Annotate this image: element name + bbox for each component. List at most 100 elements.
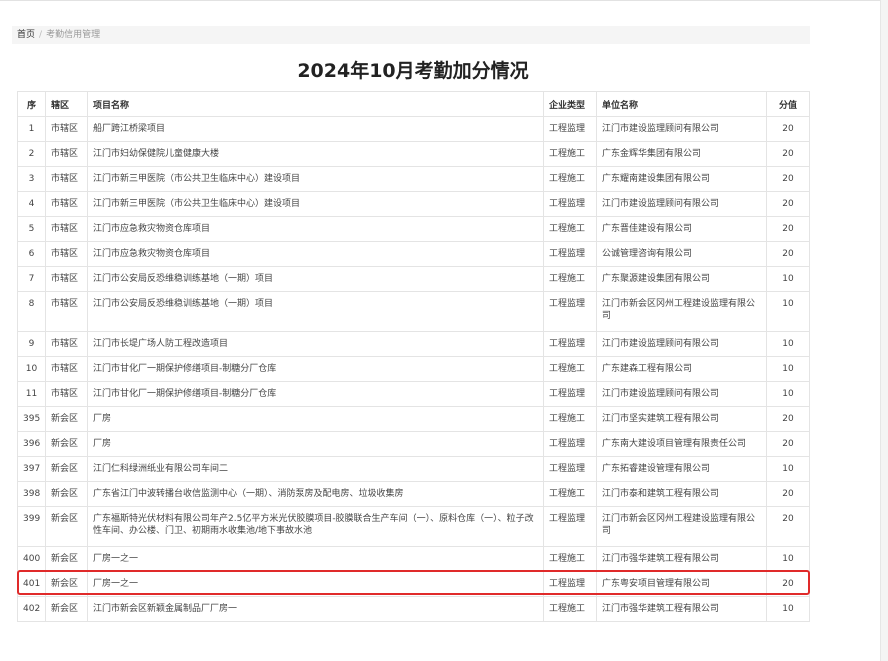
cell-score: 20 bbox=[766, 571, 810, 597]
cell-type: 工程监理 bbox=[543, 431, 597, 457]
cell-score: 20 bbox=[766, 241, 810, 267]
cell-project: 江门仁科绿洲纸业有限公司车间二 bbox=[87, 456, 544, 482]
cell-score: 20 bbox=[766, 141, 810, 167]
table-row: 8 市辖区 江门市公安局反恐维稳训练基地（一期）项目 工程监理 江门市新会区冈州工程建设… bbox=[17, 291, 810, 332]
cell-seq: 395 bbox=[17, 406, 46, 432]
cell-seq: 9 bbox=[17, 331, 46, 357]
cell-project: 江门市公安局反恐维稳训练基地（一期）项目 bbox=[87, 266, 544, 292]
table-row: 11 市辖区 江门市甘化厂一期保护修缮项目-制糖分厂仓库 工程监理 江门市建设监理顾问有… bbox=[17, 381, 810, 407]
table-row: 400 新会区 厂房一之一 工程施工 江门市强华建筑工程有限公司 10 bbox=[17, 546, 810, 572]
cell-type: 工程施工 bbox=[543, 546, 597, 572]
cell-score: 10 bbox=[766, 456, 810, 482]
page-scrollbar[interactable] bbox=[880, 0, 888, 661]
cell-seq: 396 bbox=[17, 431, 46, 457]
cell-project: 江门市长堤广场人防工程改造项目 bbox=[87, 331, 544, 357]
cell-seq: 3 bbox=[17, 166, 46, 192]
cell-project: 厂房一之一 bbox=[87, 571, 544, 597]
cell-company: 广东粤安项目管理有限公司 bbox=[596, 571, 767, 597]
breadcrumb-home-link[interactable]: 首页 bbox=[17, 30, 35, 40]
cell-type: 工程施工 bbox=[543, 481, 597, 507]
cell-type: 工程监理 bbox=[543, 331, 597, 357]
cell-district: 市辖区 bbox=[45, 381, 88, 407]
breadcrumb: 首页 / 考勤信用管理 bbox=[12, 26, 810, 44]
cell-score: 10 bbox=[766, 596, 810, 622]
cell-district: 新会区 bbox=[45, 456, 88, 482]
header-company: 单位名称 bbox=[596, 91, 767, 117]
cell-type: 工程监理 bbox=[543, 191, 597, 217]
cell-district: 市辖区 bbox=[45, 216, 88, 242]
cell-seq: 8 bbox=[17, 291, 46, 332]
cell-type: 工程施工 bbox=[543, 166, 597, 192]
cell-type: 工程施工 bbox=[543, 266, 597, 292]
header-seq: 序 bbox=[17, 91, 46, 117]
table-row: 402 新会区 江门市新会区新颖金属制品厂厂房一 工程施工 江门市强华建筑工程有限公司 1… bbox=[17, 596, 810, 622]
cell-company: 广东聚源建设集团有限公司 bbox=[596, 266, 767, 292]
cell-company: 江门市建设监理顾问有限公司 bbox=[596, 191, 767, 217]
cell-seq: 398 bbox=[17, 481, 46, 507]
top-border bbox=[0, 0, 888, 1]
header-project: 项目名称 bbox=[87, 91, 544, 117]
cell-score: 10 bbox=[766, 356, 810, 382]
table-row: 397 新会区 江门仁科绿洲纸业有限公司车间二 工程监理 广东拓睿建设管理有限公司 10 bbox=[17, 456, 810, 482]
cell-score: 10 bbox=[766, 266, 810, 292]
cell-district: 新会区 bbox=[45, 431, 88, 457]
cell-company: 江门市建设监理顾问有限公司 bbox=[596, 381, 767, 407]
cell-seq: 399 bbox=[17, 506, 46, 547]
cell-project: 广东福斯特光伏材料有限公司年产2.5亿平方米光伏胶膜项目-胶膜联合生产车间（一）… bbox=[87, 506, 544, 547]
table-row: 396 新会区 厂房 工程监理 广东南大建设项目管理有限责任公司 20 bbox=[17, 431, 810, 457]
cell-company: 广东晋佳建设有限公司 bbox=[596, 216, 767, 242]
table-row: 4 市辖区 江门市新三甲医院（市公共卫生临床中心）建设项目 工程监理 江门市建设监理顾问… bbox=[17, 191, 810, 217]
cell-score: 10 bbox=[766, 546, 810, 572]
cell-district: 新会区 bbox=[45, 596, 88, 622]
cell-score: 20 bbox=[766, 431, 810, 457]
cell-company: 江门市强华建筑工程有限公司 bbox=[596, 596, 767, 622]
table-row: 395 新会区 厂房 工程施工 江门市坚实建筑工程有限公司 20 bbox=[17, 406, 810, 432]
cell-project: 船厂跨江桥梁项目 bbox=[87, 116, 544, 142]
cell-seq: 402 bbox=[17, 596, 46, 622]
table-row: 5 市辖区 江门市应急救灾物资仓库项目 工程施工 广东晋佳建设有限公司 20 bbox=[17, 216, 810, 242]
cell-project: 江门市新三甲医院（市公共卫生临床中心）建设项目 bbox=[87, 191, 544, 217]
table-row: 1 市辖区 船厂跨江桥梁项目 工程监理 江门市建设监理顾问有限公司 20 bbox=[17, 116, 810, 142]
cell-type: 工程施工 bbox=[543, 141, 597, 167]
table-header-row: 序 辖区 项目名称 企业类型 单位名称 分值 bbox=[17, 91, 810, 117]
cell-score: 20 bbox=[766, 481, 810, 507]
cell-company: 江门市强华建筑工程有限公司 bbox=[596, 546, 767, 572]
cell-seq: 7 bbox=[17, 266, 46, 292]
cell-type: 工程施工 bbox=[543, 596, 597, 622]
cell-score: 20 bbox=[766, 406, 810, 432]
cell-company: 广东耀南建设集团有限公司 bbox=[596, 166, 767, 192]
cell-company: 江门市泰和建筑工程有限公司 bbox=[596, 481, 767, 507]
cell-district: 市辖区 bbox=[45, 191, 88, 217]
cell-company: 江门市坚实建筑工程有限公司 bbox=[596, 406, 767, 432]
cell-score: 20 bbox=[766, 216, 810, 242]
cell-score: 10 bbox=[766, 291, 810, 332]
breadcrumb-current: 考勤信用管理 bbox=[46, 30, 101, 40]
cell-company: 江门市建设监理顾问有限公司 bbox=[596, 116, 767, 142]
cell-district: 市辖区 bbox=[45, 241, 88, 267]
cell-district: 市辖区 bbox=[45, 166, 88, 192]
cell-type: 工程监理 bbox=[543, 381, 597, 407]
cell-type: 工程监理 bbox=[543, 456, 597, 482]
cell-project: 江门市甘化厂一期保护修缮项目-制糖分厂仓库 bbox=[87, 356, 544, 382]
cell-seq: 5 bbox=[17, 216, 46, 242]
cell-seq: 10 bbox=[17, 356, 46, 382]
cell-district: 市辖区 bbox=[45, 266, 88, 292]
header-score: 分值 bbox=[766, 91, 810, 117]
header-type: 企业类型 bbox=[543, 91, 597, 117]
table-row: 2 市辖区 江门市妇幼保健院儿童健康大楼 工程施工 广东金辉华集团有限公司 20 bbox=[17, 141, 810, 167]
cell-company: 江门市新会区冈州工程建设监理有限公司 bbox=[596, 506, 767, 547]
cell-district: 新会区 bbox=[45, 571, 88, 597]
cell-company: 公诚管理咨询有限公司 bbox=[596, 241, 767, 267]
cell-company: 广东金辉华集团有限公司 bbox=[596, 141, 767, 167]
cell-district: 新会区 bbox=[45, 406, 88, 432]
cell-company: 江门市新会区冈州工程建设监理有限公司 bbox=[596, 291, 767, 332]
table-row: 401 新会区 厂房一之一 工程监理 广东粤安项目管理有限公司 20 bbox=[17, 571, 810, 597]
cell-type: 工程施工 bbox=[543, 406, 597, 432]
table-row: 10 市辖区 江门市甘化厂一期保护修缮项目-制糖分厂仓库 工程施工 广东建森工程有限公司… bbox=[17, 356, 810, 382]
cell-company: 江门市建设监理顾问有限公司 bbox=[596, 331, 767, 357]
cell-district: 市辖区 bbox=[45, 331, 88, 357]
cell-project: 江门市公安局反恐维稳训练基地（一期）项目 bbox=[87, 291, 544, 332]
table-row: 3 市辖区 江门市新三甲医院（市公共卫生临床中心）建设项目 工程施工 广东耀南建设集团有… bbox=[17, 166, 810, 192]
cell-seq: 400 bbox=[17, 546, 46, 572]
cell-district: 新会区 bbox=[45, 481, 88, 507]
